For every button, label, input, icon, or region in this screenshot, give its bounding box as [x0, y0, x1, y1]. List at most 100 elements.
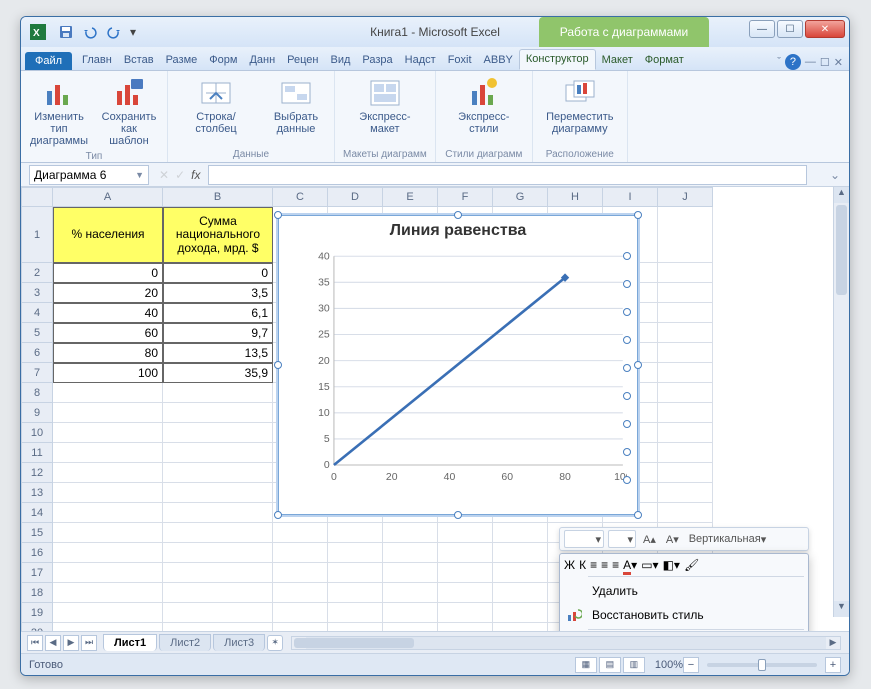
cell[interactable]: [163, 463, 273, 483]
cell[interactable]: 20: [53, 283, 163, 303]
tab-formulas[interactable]: Форм: [203, 51, 243, 70]
formula-bar-input[interactable]: [208, 165, 807, 185]
cell[interactable]: [328, 523, 383, 543]
sheet-nav-last[interactable]: ⏭: [81, 635, 97, 651]
cell[interactable]: [658, 207, 713, 263]
cell[interactable]: [273, 563, 328, 583]
cell[interactable]: [383, 523, 438, 543]
cell[interactable]: [658, 483, 713, 503]
cell[interactable]: [53, 583, 163, 603]
cell[interactable]: 100: [53, 363, 163, 383]
cell[interactable]: [328, 583, 383, 603]
cell[interactable]: 80: [53, 343, 163, 363]
mini-italic-icon[interactable]: К: [579, 558, 586, 572]
cell[interactable]: [658, 503, 713, 523]
view-pagebreak-icon[interactable]: ▥: [623, 657, 645, 673]
cell[interactable]: 35,9: [163, 363, 273, 383]
row-header[interactable]: 19: [21, 603, 53, 623]
mini-text-direction[interactable]: Вертикальная▾: [686, 532, 770, 547]
cell[interactable]: [163, 503, 273, 523]
row-header[interactable]: 3: [21, 283, 53, 303]
cell[interactable]: [383, 563, 438, 583]
hscroll-thumb[interactable]: [294, 638, 414, 648]
mini-font-color-icon[interactable]: A▾: [623, 558, 637, 572]
formula-bar-expand-icon[interactable]: ⌄: [827, 168, 843, 182]
cell[interactable]: [163, 383, 273, 403]
cell[interactable]: [53, 603, 163, 623]
sheet-nav-first[interactable]: ⏮: [27, 635, 43, 651]
select-all-corner[interactable]: [21, 187, 53, 207]
scroll-up-icon[interactable]: ▲: [834, 187, 849, 203]
row-header[interactable]: 2: [21, 263, 53, 283]
workbook-minimize-icon[interactable]: —: [805, 56, 816, 68]
redo-button[interactable]: [103, 21, 125, 43]
row-header[interactable]: 9: [21, 403, 53, 423]
sheet-tab-3[interactable]: Лист3: [213, 634, 265, 651]
cell[interactable]: [658, 263, 713, 283]
qat-customize[interactable]: ▾: [127, 21, 139, 43]
row-header[interactable]: 15: [21, 523, 53, 543]
workbook-restore-icon[interactable]: ☐: [820, 56, 830, 69]
cell[interactable]: [658, 363, 713, 383]
cell[interactable]: [438, 563, 493, 583]
minimize-button[interactable]: —: [749, 20, 775, 38]
row-header[interactable]: 13: [21, 483, 53, 503]
cell[interactable]: [273, 543, 328, 563]
sheet-nav-prev[interactable]: ◀: [45, 635, 61, 651]
sheet-tab-2[interactable]: Лист2: [159, 634, 211, 651]
tab-abbyy[interactable]: ABBY: [478, 51, 519, 70]
workbook-close-icon[interactable]: ✕: [834, 56, 843, 69]
row-header[interactable]: 6: [21, 343, 53, 363]
tab-home[interactable]: Главн: [76, 51, 118, 70]
ribbon-minimize-icon[interactable]: ˇ: [777, 56, 781, 68]
mini-grow-font-icon[interactable]: A▴: [640, 532, 659, 547]
select-data-button[interactable]: Выбрать данные: [266, 75, 326, 137]
tab-developer[interactable]: Разра: [356, 51, 398, 70]
cell[interactable]: [658, 303, 713, 323]
tab-pagelayout[interactable]: Разме: [160, 51, 204, 70]
cell[interactable]: [438, 523, 493, 543]
column-header[interactable]: D: [328, 187, 383, 207]
mini-shrink-font-icon[interactable]: A▾: [663, 532, 682, 547]
cell[interactable]: [493, 543, 548, 563]
maximize-button[interactable]: ☐: [777, 20, 803, 38]
mini-format-painter-icon[interactable]: 🖌: [684, 558, 699, 572]
cell[interactable]: [53, 503, 163, 523]
cell[interactable]: [163, 423, 273, 443]
row-header[interactable]: 17: [21, 563, 53, 583]
row-header[interactable]: 16: [21, 543, 53, 563]
row-header[interactable]: 11: [21, 443, 53, 463]
cell[interactable]: [438, 603, 493, 623]
scroll-down-icon[interactable]: ▼: [834, 601, 849, 617]
quick-layout-button[interactable]: Экспресс-макет: [345, 75, 425, 137]
row-header[interactable]: 4: [21, 303, 53, 323]
cell[interactable]: [658, 343, 713, 363]
cell[interactable]: [53, 403, 163, 423]
cell[interactable]: [163, 443, 273, 463]
column-header[interactable]: F: [438, 187, 493, 207]
cell[interactable]: 0: [53, 263, 163, 283]
cell[interactable]: [383, 583, 438, 603]
chart-handle[interactable]: [274, 211, 282, 219]
mini-border-icon[interactable]: ▭▾: [641, 558, 658, 572]
tab-foxit[interactable]: Foxit: [442, 51, 478, 70]
row-header[interactable]: 14: [21, 503, 53, 523]
row-header[interactable]: 18: [21, 583, 53, 603]
vertical-scrollbar[interactable]: ▲ ▼: [833, 187, 849, 617]
cell[interactable]: [493, 583, 548, 603]
name-box-dropdown-icon[interactable]: ▼: [135, 170, 144, 180]
switch-row-column-button[interactable]: Строка/столбец: [176, 75, 256, 137]
mini-align-icon[interactable]: ≡: [590, 558, 597, 572]
cell[interactable]: [493, 563, 548, 583]
chart-handle[interactable]: [274, 511, 282, 519]
tab-insert[interactable]: Встав: [118, 51, 160, 70]
column-header[interactable]: G: [493, 187, 548, 207]
cell[interactable]: [658, 403, 713, 423]
row-header[interactable]: 1: [21, 207, 53, 263]
cell[interactable]: [53, 523, 163, 543]
row-header[interactable]: 10: [21, 423, 53, 443]
undo-button[interactable]: [79, 21, 101, 43]
cell[interactable]: 40: [53, 303, 163, 323]
cell[interactable]: [273, 603, 328, 623]
column-header[interactable]: H: [548, 187, 603, 207]
